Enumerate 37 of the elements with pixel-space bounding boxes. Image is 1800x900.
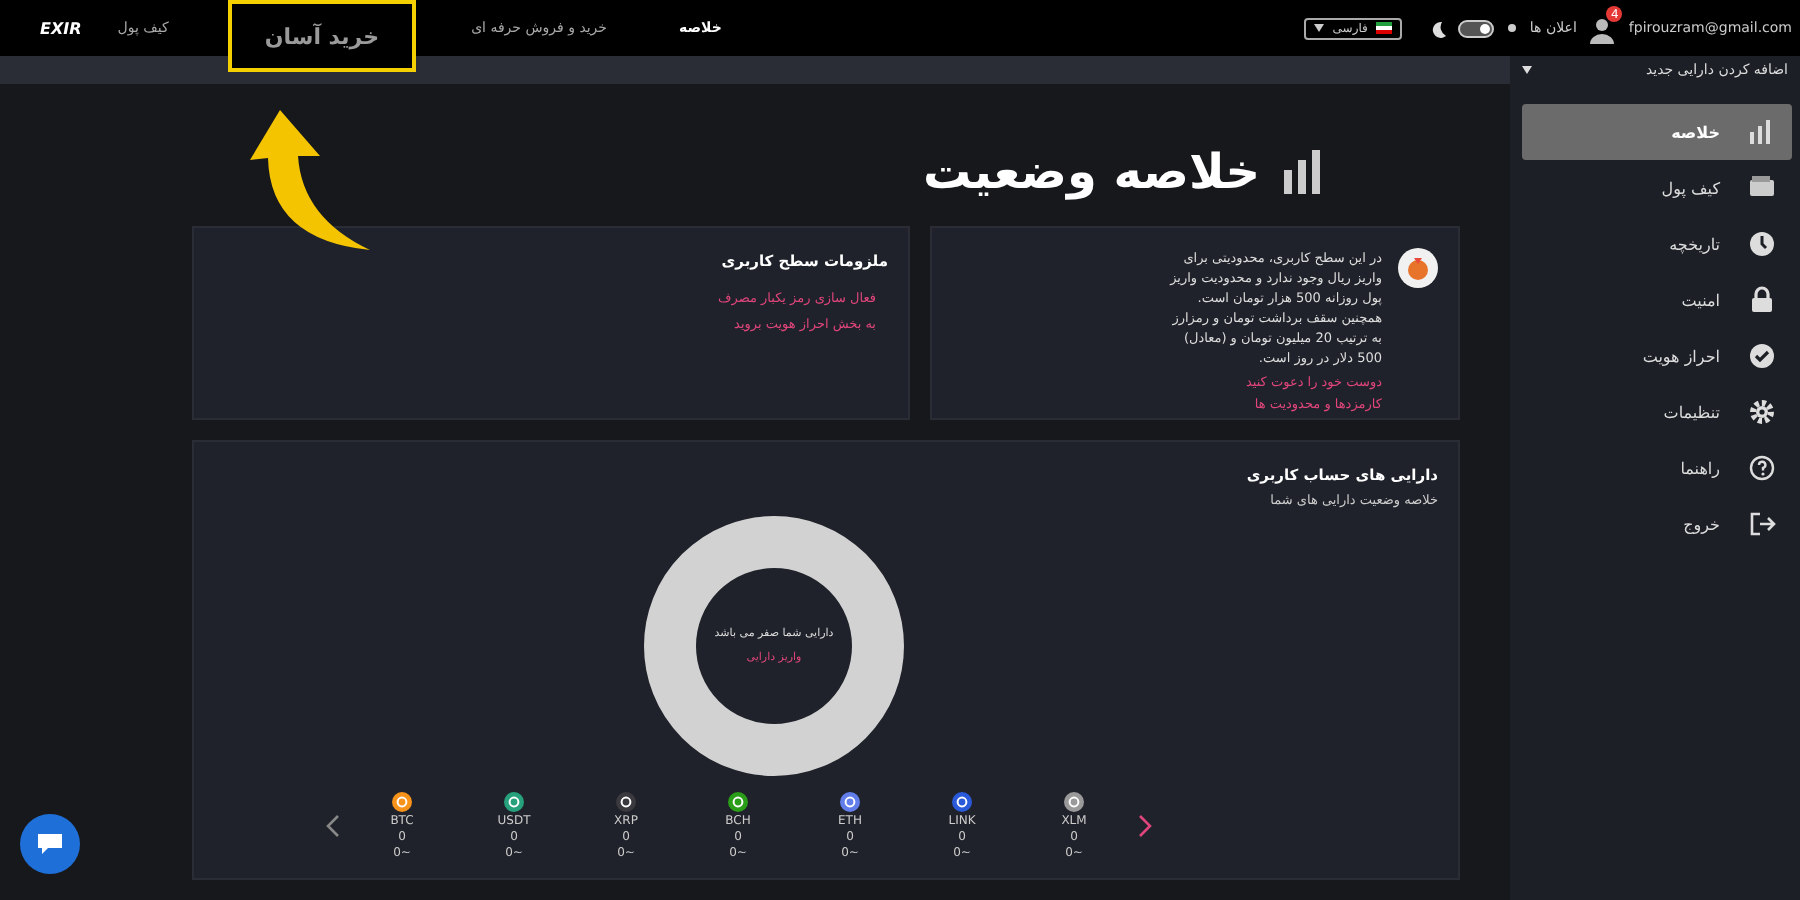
wallet-icon <box>1748 174 1776 202</box>
coin-icon <box>728 792 748 812</box>
flag-icon <box>1375 22 1392 34</box>
chat-icon <box>36 832 64 856</box>
sidebar-item[interactable]: راهنما <box>1522 440 1792 496</box>
sidebar-item[interactable]: امنیت <box>1522 272 1792 328</box>
page-title: خلاصه وضعیت <box>923 143 1260 199</box>
coin-icon <box>952 792 972 812</box>
coin-icon <box>504 792 524 812</box>
bar-chart-icon <box>1748 118 1776 146</box>
logo[interactable]: EXIR <box>40 19 82 37</box>
settings-icon <box>1748 398 1776 426</box>
sidebar-item[interactable]: احراز هویت <box>1522 328 1792 384</box>
check-circle-icon <box>1748 342 1776 370</box>
sidebar-item[interactable]: خروج <box>1522 496 1792 552</box>
sun-icon <box>1505 22 1518 34</box>
lock-icon <box>1748 286 1776 314</box>
user-icon[interactable] <box>1588 16 1617 44</box>
level-badge-icon <box>1398 248 1438 288</box>
sidebar-item[interactable]: تنظیمات <box>1522 384 1792 440</box>
coin-icon <box>840 792 860 812</box>
nav-tab[interactable]: خرید آسان <box>228 0 416 72</box>
logout-icon <box>1748 510 1776 538</box>
moon-icon <box>1429 19 1446 37</box>
coin-icon <box>1064 792 1084 812</box>
caret-icon <box>1314 24 1325 32</box>
bar-chart-icon <box>1284 149 1320 193</box>
help-icon <box>1748 454 1776 482</box>
clock-icon <box>1748 230 1776 258</box>
sidebar-item[interactable]: خلاصه <box>1522 104 1792 160</box>
chat-button[interactable] <box>20 814 80 874</box>
caret-icon <box>1522 66 1532 74</box>
theme-toggle[interactable] <box>1457 19 1494 37</box>
sidebar-item[interactable]: تاریخچه <box>1522 216 1792 272</box>
sidebar-item[interactable]: کیف پول <box>1522 160 1792 216</box>
coin-icon <box>392 792 412 812</box>
coin-icon <box>616 792 636 812</box>
